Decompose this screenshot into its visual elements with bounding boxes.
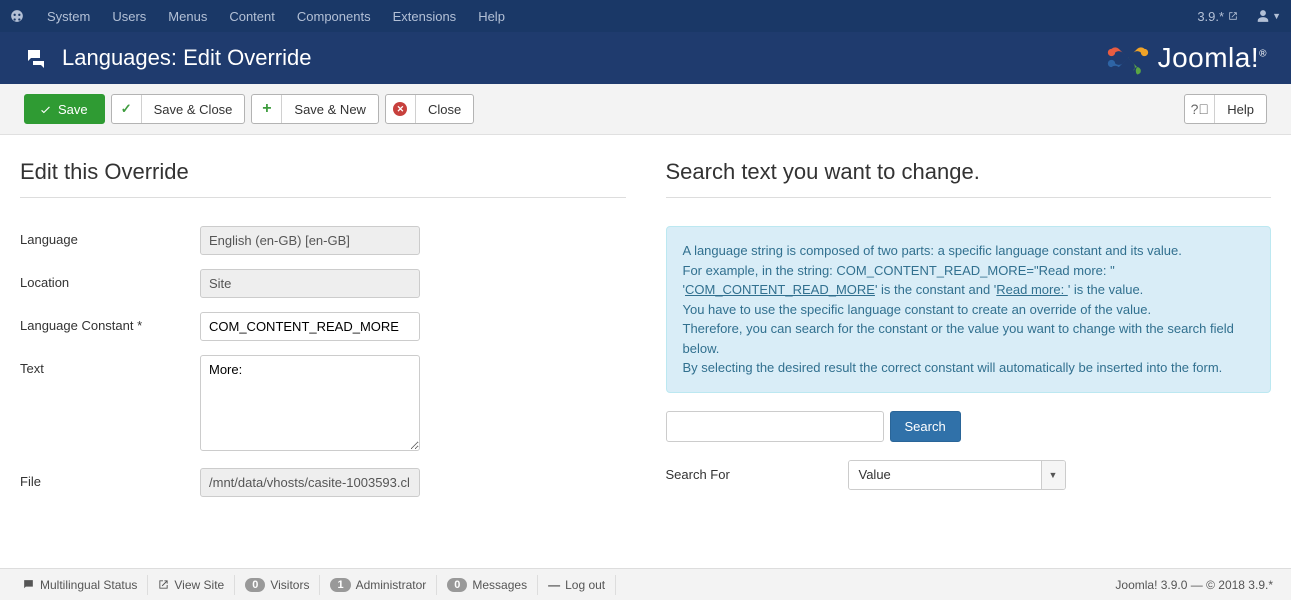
search-input[interactable]: [666, 411, 884, 442]
help-button[interactable]: ?⃝ Help: [1184, 94, 1267, 124]
alert-line: For example, in the string: COM_CONTENT_…: [683, 261, 1255, 281]
save-new-button[interactable]: + Save & New: [251, 94, 379, 124]
joomla-logo-text: Joomla!®: [1158, 42, 1267, 74]
version-link[interactable]: 3.9.*: [1197, 9, 1238, 24]
alert-line: Therefore, you can search for the consta…: [683, 319, 1255, 358]
admin-status[interactable]: 1 Administrator: [320, 575, 437, 595]
search-for-select[interactable]: Value ▼: [848, 460, 1066, 490]
search-for-value: Value: [849, 461, 1041, 489]
chevron-down-icon: ▼: [1041, 461, 1065, 489]
menu-extensions[interactable]: Extensions: [382, 9, 468, 24]
location-label: Location: [20, 269, 200, 290]
multilingual-status[interactable]: Multilingual Status: [12, 575, 148, 595]
top-menu: System Users Menus Content Components Ex…: [36, 9, 516, 24]
main-content: Edit this Override Language Location Lan…: [0, 135, 1291, 551]
menu-system[interactable]: System: [36, 9, 101, 24]
save-label: Save: [52, 102, 104, 117]
menu-content[interactable]: Content: [218, 9, 286, 24]
constant-field[interactable]: [200, 312, 420, 341]
menu-users[interactable]: Users: [101, 9, 157, 24]
toolbar: Save ✓ Save & Close + Save & New ✕ Close…: [0, 84, 1291, 135]
logout-link[interactable]: — Log out: [538, 575, 616, 595]
menu-menus[interactable]: Menus: [157, 9, 218, 24]
page-icon: [24, 46, 48, 70]
search-button[interactable]: Search: [890, 411, 961, 442]
apply-icon: [25, 95, 52, 123]
top-nav: System Users Menus Content Components Ex…: [0, 0, 1291, 32]
text-field[interactable]: More:: [200, 355, 420, 451]
save-new-label: Save & New: [282, 102, 378, 117]
language-label: Language: [20, 226, 200, 247]
minus-icon: —: [548, 578, 560, 592]
location-field: [200, 269, 420, 298]
close-button[interactable]: ✕ Close: [385, 94, 474, 124]
right-heading: Search text you want to change.: [666, 159, 1272, 185]
external-link-icon: [158, 579, 169, 590]
messages-badge: 0: [447, 578, 467, 592]
alert-line: You have to use the specific language co…: [683, 300, 1255, 320]
save-close-button[interactable]: ✓ Save & Close: [111, 94, 246, 124]
joomla-logo-icon: [1106, 36, 1150, 80]
file-field: [200, 468, 420, 497]
chevron-down-icon: ▼: [1272, 11, 1281, 21]
save-button[interactable]: Save: [24, 94, 105, 124]
language-field: [200, 226, 420, 255]
info-alert: A language string is composed of two par…: [666, 226, 1272, 393]
file-label: File: [20, 468, 200, 489]
menu-help[interactable]: Help: [467, 9, 516, 24]
alert-line: By selecting the desired result the corr…: [683, 358, 1255, 378]
right-column: Search text you want to change. A langua…: [666, 159, 1272, 511]
admin-badge: 1: [330, 578, 350, 592]
chat-icon: [22, 578, 35, 591]
visitors-badge: 0: [245, 578, 265, 592]
text-label: Text: [20, 355, 200, 376]
external-link-icon: [1228, 11, 1238, 21]
close-label: Close: [416, 102, 473, 117]
left-heading: Edit this Override: [20, 159, 626, 185]
help-label: Help: [1215, 102, 1266, 117]
status-bar: Multilingual Status View Site 0 Visitors…: [0, 568, 1291, 600]
check-icon: ✓: [112, 95, 142, 123]
header-bar: Languages: Edit Override Joomla!®: [0, 32, 1291, 84]
view-site[interactable]: View Site: [148, 575, 235, 595]
constant-label: Language Constant *: [20, 312, 200, 333]
help-icon: ?⃝: [1185, 95, 1215, 123]
messages-status[interactable]: 0 Messages: [437, 575, 538, 595]
left-column: Edit this Override Language Location Lan…: [20, 159, 626, 511]
save-close-label: Save & Close: [142, 102, 245, 117]
joomla-icon[interactable]: [10, 9, 24, 23]
search-for-label: Search For: [666, 467, 848, 482]
joomla-logo: Joomla!®: [1106, 36, 1267, 80]
version-text: 3.9.*: [1197, 9, 1224, 24]
plus-icon: +: [252, 95, 282, 123]
page-title: Languages: Edit Override: [62, 45, 1106, 71]
menu-components[interactable]: Components: [286, 9, 382, 24]
user-menu[interactable]: ▼: [1256, 9, 1281, 23]
user-icon: [1256, 9, 1270, 23]
visitors-status[interactable]: 0 Visitors: [235, 575, 320, 595]
alert-line: A language string is composed of two par…: [683, 241, 1255, 261]
alert-line: 'COM_CONTENT_READ_MORE' is the constant …: [683, 280, 1255, 300]
footer-version: Joomla! 3.9.0 — © 2018 3.9.*: [1115, 578, 1279, 592]
close-icon: ✕: [386, 95, 416, 123]
